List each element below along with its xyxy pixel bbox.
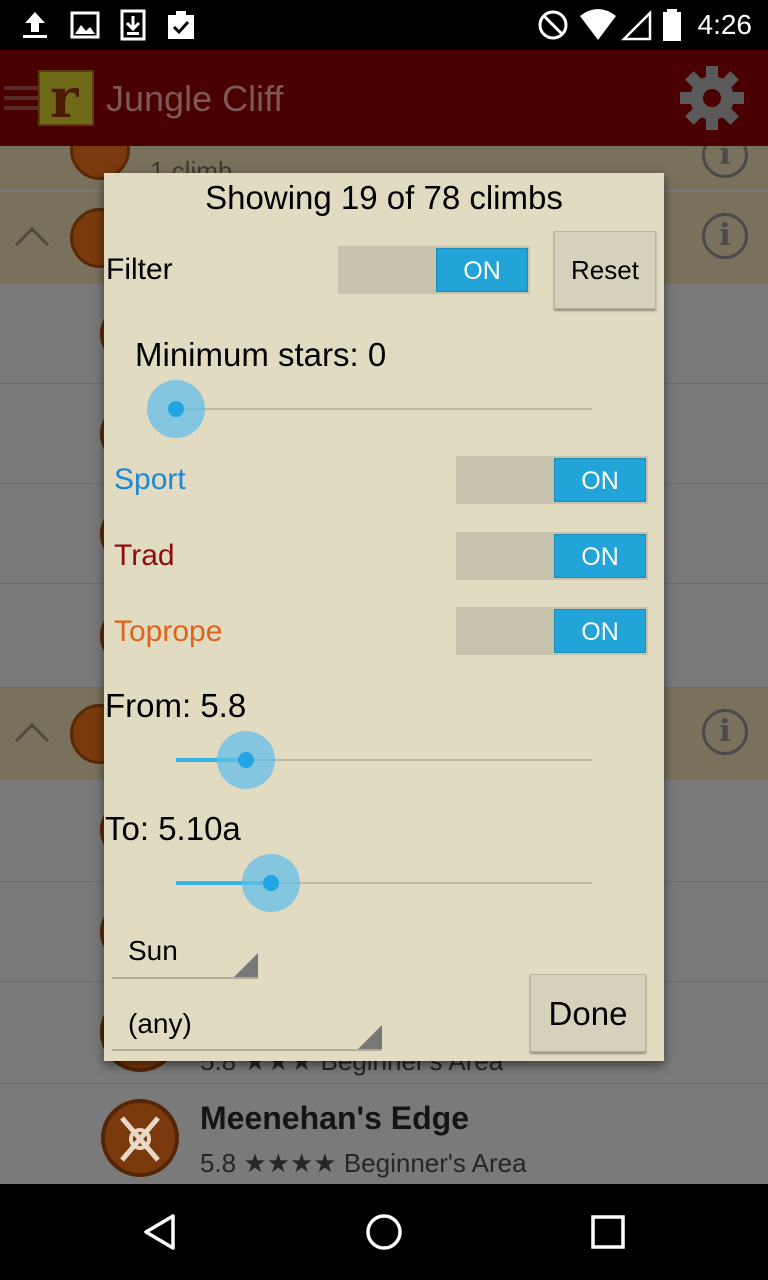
app-logo[interactable]: r bbox=[38, 66, 94, 130]
download-icon bbox=[120, 9, 146, 41]
gear-icon[interactable] bbox=[678, 64, 746, 132]
dropdown-arrow-icon bbox=[358, 1025, 382, 1049]
navigation-bar bbox=[0, 1184, 768, 1280]
battery-icon bbox=[663, 9, 681, 41]
app-bar: r Jungle Cliff bbox=[0, 50, 768, 146]
to-grade-label: To: 5.10a bbox=[105, 810, 241, 847]
back-icon[interactable] bbox=[140, 1212, 180, 1252]
do-not-disturb-icon bbox=[538, 10, 568, 40]
from-grade-slider-dot bbox=[238, 752, 254, 768]
sport-label: Sport bbox=[114, 463, 186, 496]
route-name: Meenehan's Edge bbox=[200, 1100, 470, 1136]
filter-switch-state: ON bbox=[436, 248, 528, 292]
minimum-stars-label: Minimum stars: 0 bbox=[135, 336, 387, 373]
done-button[interactable]: Done bbox=[530, 974, 646, 1052]
wifi-icon bbox=[580, 9, 616, 40]
toprope-switch-state: ON bbox=[554, 609, 646, 653]
filter-switch[interactable]: ON bbox=[338, 246, 530, 294]
chevron-up-icon bbox=[15, 227, 49, 261]
home-icon[interactable] bbox=[364, 1212, 404, 1252]
info-icon[interactable] bbox=[702, 213, 748, 259]
reset-button[interactable]: Reset bbox=[554, 231, 656, 309]
any-select-value: (any) bbox=[128, 1008, 192, 1039]
sport-switch[interactable]: ON bbox=[456, 456, 648, 504]
to-grade-slider-dot bbox=[263, 875, 279, 891]
minimum-stars-slider-track bbox=[176, 408, 592, 410]
trad-label: Trad bbox=[114, 539, 175, 572]
trad-switch-state: ON bbox=[554, 534, 646, 578]
app-logo-letter: r bbox=[50, 66, 79, 130]
dialog-title: Showing 19 of 78 climbs bbox=[205, 179, 563, 216]
image-icon bbox=[70, 11, 100, 39]
filter-label: Filter bbox=[106, 253, 173, 286]
info-icon[interactable] bbox=[702, 709, 748, 755]
dropdown-arrow-icon bbox=[234, 953, 258, 977]
list-item[interactable]: Meenehan's Edge 5.8 ★★★★ Beginner's Area bbox=[0, 1084, 768, 1184]
sun-select[interactable]: Sun bbox=[112, 933, 258, 979]
info-icon[interactable] bbox=[702, 146, 748, 178]
sport-switch-state: ON bbox=[554, 458, 646, 502]
from-grade-label: From: 5.8 bbox=[105, 687, 247, 724]
minimum-stars-slider-dot bbox=[168, 401, 184, 417]
trad-switch[interactable]: ON bbox=[456, 532, 648, 580]
clipboard-check-icon bbox=[168, 11, 194, 39]
status-bar: 4:26 bbox=[0, 0, 768, 50]
toprope-switch[interactable]: ON bbox=[456, 607, 648, 655]
toprope-label: Toprope bbox=[114, 615, 223, 648]
any-select[interactable]: (any) bbox=[112, 1005, 382, 1051]
route-badge bbox=[101, 1099, 179, 1177]
sun-select-value: Sun bbox=[128, 935, 178, 966]
filter-dialog: Showing 19 of 78 climbs Filter ON Reset … bbox=[104, 173, 664, 1061]
chevron-up-icon bbox=[15, 723, 49, 757]
upload-icon bbox=[23, 12, 47, 38]
recents-icon[interactable] bbox=[588, 1212, 628, 1252]
clock: 4:26 bbox=[697, 9, 753, 40]
page-title: Jungle Cliff bbox=[106, 78, 284, 119]
signal-icon bbox=[620, 9, 652, 41]
route-meta: 5.8 ★★★★ Beginner's Area bbox=[200, 1148, 527, 1178]
